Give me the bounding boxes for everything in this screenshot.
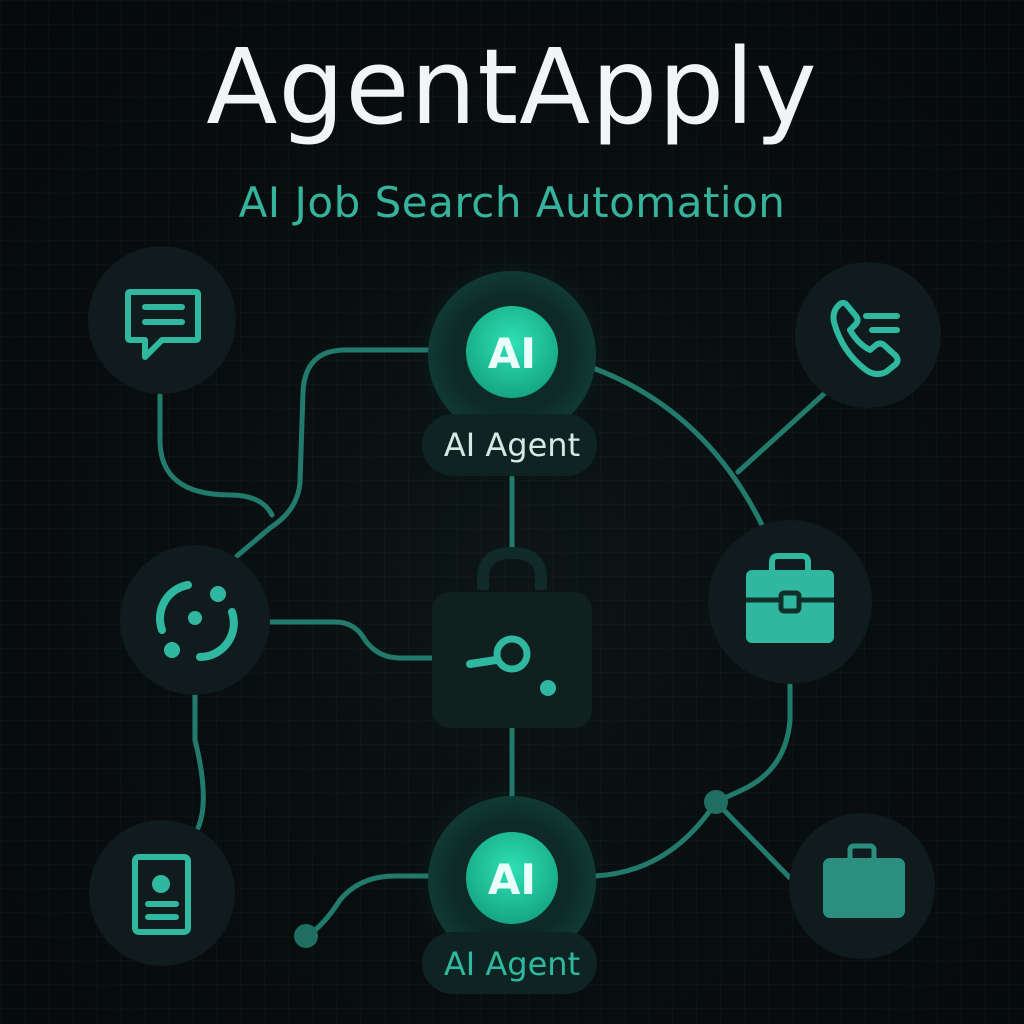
connector-chat-to-sync [157, 392, 275, 518]
connector-phone-to-arc [735, 390, 828, 475]
connector-junction-to-briefcase-bottom [713, 799, 793, 881]
ai-agent-label-bottom: AI Agent [444, 945, 580, 983]
resume-node[interactable] [89, 820, 235, 966]
start-dot [294, 924, 318, 948]
phone-node[interactable] [795, 262, 941, 408]
connector-junction-to-ai-bottom [592, 799, 719, 879]
ai-badge-text-bottom: AI [488, 855, 536, 904]
lock-shackle [477, 546, 547, 590]
briefcase-node-right[interactable] [708, 520, 872, 684]
connector-ai-top-to-briefcase [590, 365, 765, 528]
connector-ai-bottom-to-start [303, 873, 431, 939]
search-lock-node[interactable] [432, 546, 592, 728]
page: AgentApply AI Job Search Automation AI A… [0, 0, 1024, 1024]
connector-briefcase-to-junction [713, 682, 793, 805]
workflow-diagram: AI AI Agent AI AI Agent [88, 246, 941, 994]
chat-node[interactable] [88, 246, 236, 394]
ai-agent-node-bottom[interactable]: AI AI Agent [412, 780, 612, 994]
connector-sync-to-resume [192, 692, 206, 831]
connector-ai-top-to-sync [234, 347, 431, 559]
connector-sync-to-lock [267, 619, 435, 661]
sync-node[interactable] [120, 545, 270, 695]
ai-agent-label-top: AI Agent [444, 426, 580, 464]
ai-badge-text-top: AI [488, 329, 536, 378]
briefcase-node-bottom[interactable] [789, 813, 935, 959]
junction-dot [704, 790, 728, 814]
ai-agent-node-top[interactable]: AI AI Agent [412, 255, 612, 476]
